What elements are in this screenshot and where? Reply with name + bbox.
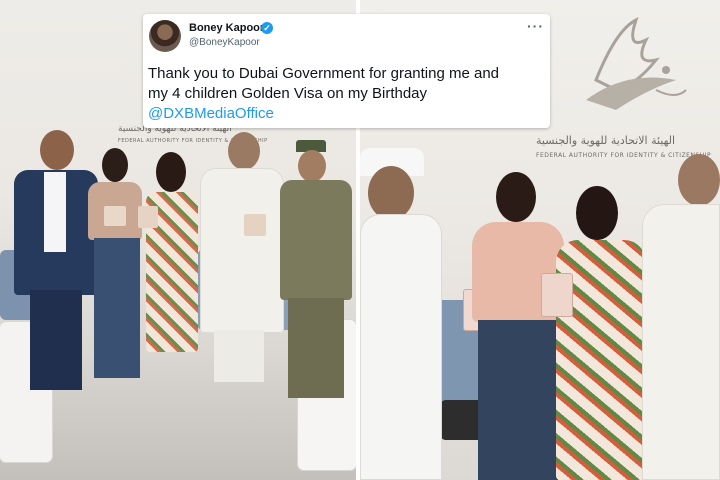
passport <box>138 206 158 228</box>
avatar[interactable] <box>149 20 181 52</box>
person-trousers <box>214 330 264 382</box>
verified-badge-icon: ✓ <box>261 22 273 34</box>
person-head <box>298 150 326 182</box>
person-head <box>40 130 74 170</box>
person-head <box>156 152 186 192</box>
wall-sign-english: FEDERAL AUTHORITY FOR IDENTITY & CITIZEN… <box>536 152 712 159</box>
officer-uniform <box>280 180 352 300</box>
person-trousers <box>30 290 82 390</box>
passport <box>244 214 266 236</box>
person-kandura <box>360 214 442 480</box>
tweet-author-handle[interactable]: @BoneyKapoor <box>189 37 260 48</box>
falcon-emblem-icon <box>586 17 687 110</box>
tweet-text-line: Thank you to Dubai Government for granti… <box>148 65 500 82</box>
person-head <box>576 186 618 240</box>
tweet-text-line: my 4 children Golden Visa on my Birthday <box>148 85 428 102</box>
tweet-author-name[interactable]: Boney Kapoor <box>189 22 264 34</box>
person-jeans <box>94 238 140 378</box>
passport <box>542 274 572 316</box>
tweet-mention-link[interactable]: @DXBMediaOffice <box>148 104 544 124</box>
person-head <box>496 172 536 222</box>
person-jeans <box>478 320 558 480</box>
person-kurta <box>200 168 284 333</box>
officer-trousers <box>288 298 344 398</box>
person-head <box>102 148 128 182</box>
wall-sign-arabic: الهيئة الاتحادية للهوية والجنسية <box>536 134 676 147</box>
tweet-card[interactable]: Boney Kapoor ✓ @BoneyKapoor ··· Thank yo… <box>143 14 550 128</box>
person-head <box>228 132 260 170</box>
person-kurta <box>642 204 720 480</box>
more-options-icon[interactable]: ··· <box>527 18 544 34</box>
person-shirt <box>44 172 66 252</box>
person-head <box>678 154 720 206</box>
person-head <box>368 166 414 220</box>
passport <box>104 206 126 226</box>
tweet-text: Thank you to Dubai Government for granti… <box>148 64 544 124</box>
